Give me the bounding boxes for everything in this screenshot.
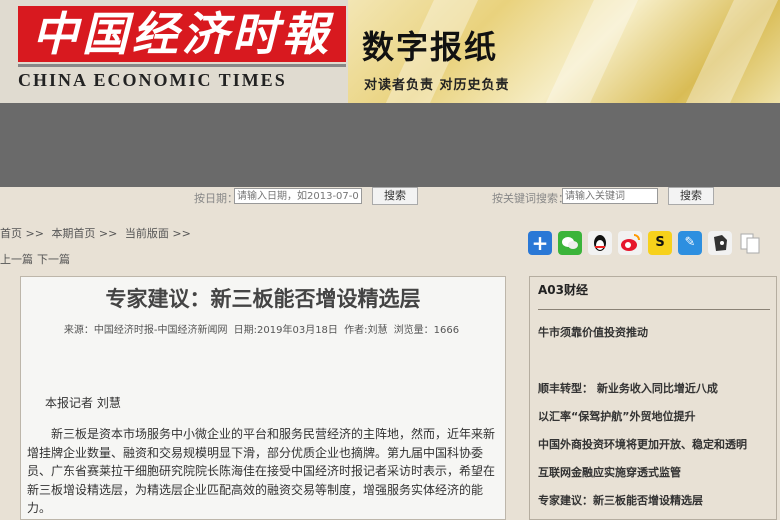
edit-icon[interactable]: ✎ [678,231,702,255]
article-body: 新三板是资本市场服务中小微企业的平台和服务民营经济的主阵地，然而，近年来新增挂牌… [27,427,496,515]
search-bar: 按日期： 搜索 按关键词搜索： 搜索 [0,187,780,209]
article-author: 作者:刘慧 [344,325,388,336]
article-source: 来源：中国经济时报-中国经济新闻网 [63,325,228,336]
breadcrumb-current-page[interactable]: 当前版面 >> [125,227,191,240]
copy-icon[interactable] [738,231,762,255]
article-meta: 来源：中国经济时报-中国经济新闻网 日期:2019年03月18日 作者:刘慧 浏… [21,321,505,336]
navigation-band [0,103,780,187]
digital-edition-title: 数字报纸 [362,28,499,66]
article-byline: 本报记者 刘慧 [45,396,121,410]
sidebar-divider [538,309,770,310]
weibo-icon[interactable] [618,231,642,255]
next-article-link[interactable]: 下一篇 [37,253,70,266]
sidebar-article-link[interactable]: 中国外商投资环境将更加开放、稳定和透明 [538,436,747,452]
sidebar-article-link[interactable]: 牛市须靠价值投资推动 [538,324,648,340]
article-date: 日期:2019年03月18日 [233,325,338,336]
date-search-label: 按日期： [194,192,238,205]
article-views: 浏览量：1666 [393,325,460,336]
newspaper-english-name: CHINA ECONOMIC TIMES [18,70,287,90]
keyword-search-label: 按关键词搜索： [492,192,569,205]
page-section-title[interactable]: A03财经 [538,281,588,298]
keyword-search-input[interactable] [562,188,658,204]
previous-article-link[interactable]: 上一篇 [0,253,33,266]
date-search-input[interactable] [234,188,362,204]
breadcrumb: 首页 >> 本期首页 >> 当前版面 >> [0,225,195,241]
newspaper-logo[interactable]: 中国经济时報 [18,6,346,62]
article-panel: 专家建议：新三板能否增设精选层 来源：中国经济时报-中国经济新闻网 日期:201… [20,276,506,520]
logo-divider [18,64,346,67]
breadcrumb-issue-home[interactable]: 本期首页 >> [51,227,117,240]
sidebar-article-link[interactable]: 顺丰转型： 新业务收入同比增近八成 [538,380,718,396]
article-title: 专家建议：新三板能否增设精选层 [105,287,421,311]
article-pager: 上一篇 下一篇 [0,251,74,267]
page-article-list: A03财经 牛市须靠价值投资推动 顺丰转型： 新业务收入同比增近八成 以汇率“保… [529,276,777,520]
plus-icon[interactable]: + [528,231,552,255]
keyword-search-button[interactable]: 搜索 [668,187,714,205]
sidebar-article-link[interactable]: 互联网金融应实施穿透式监管 [538,464,681,480]
sohu-icon[interactable]: S [648,231,672,255]
qq-icon[interactable] [588,231,612,255]
wechat-icon[interactable] [558,231,582,255]
sidebar-article-link[interactable]: 专家建议：新三板能否增设精选层 [538,492,703,508]
slogan: 对读者负责 对历史负责 [364,78,510,93]
date-search-button[interactable]: 搜索 [372,187,418,205]
sidebar-article-link[interactable]: 以汇率“保驾护航”外贸地位提升 [538,408,695,424]
breadcrumb-home[interactable]: 首页 >> [0,227,44,240]
masthead: 中国经济时報 CHINA ECONOMIC TIMES 数字报纸 对读者负责 对… [0,0,780,103]
evernote-icon[interactable] [708,231,732,255]
